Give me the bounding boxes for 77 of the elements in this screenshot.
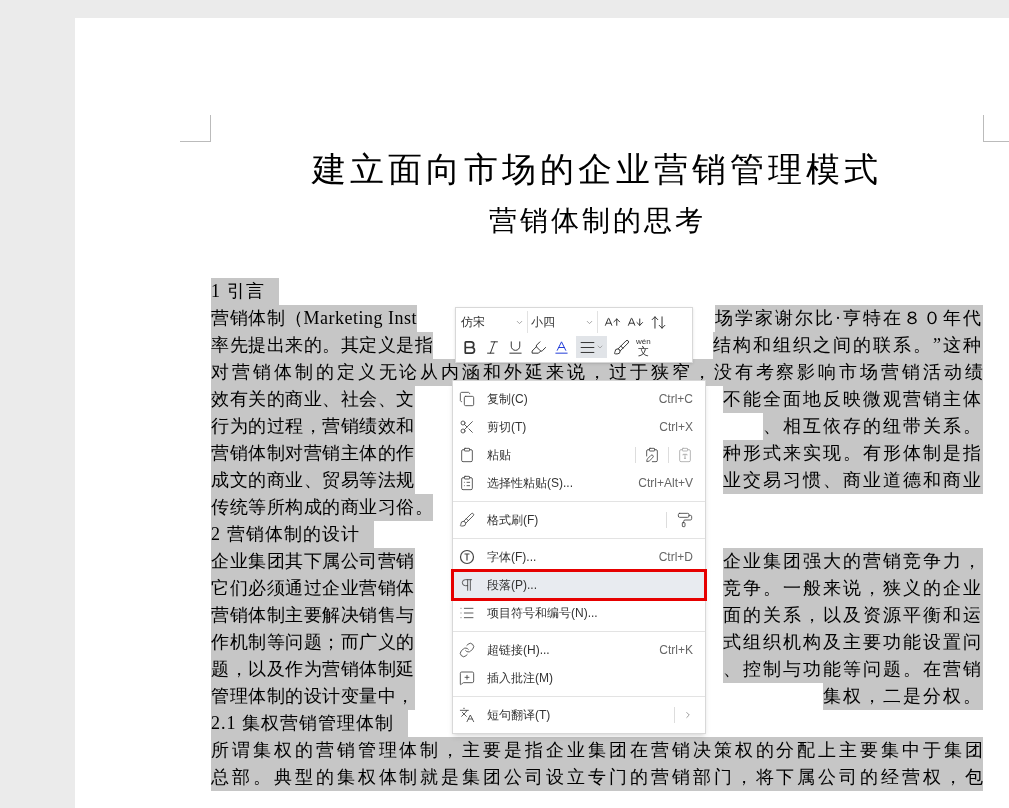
clipboard-text-icon[interactable] (677, 447, 693, 463)
corner-mark (983, 115, 1009, 142)
shortcut-text: Ctrl+D (658, 549, 693, 566)
body-text: 式组织机构及主要功能设置问 (723, 629, 983, 656)
font-color-icon[interactable] (553, 338, 570, 356)
menu-item[interactable]: 格式刷(F) (453, 506, 705, 534)
italic-icon[interactable] (484, 338, 501, 356)
body-text: 、控制与功能等问题。在营销 (723, 656, 983, 683)
body-text: 总部。典型的集权体制就是集团公司设立专门的营销部门，将下属公司的经营权，包 (211, 764, 983, 791)
bold-icon[interactable] (461, 338, 478, 356)
body-text: 、相互依存的纽带关系。 (763, 413, 983, 440)
phonetic-button[interactable]: wén 文 (636, 337, 651, 357)
body-text: 行为的过程，营销绩效和 (211, 413, 415, 440)
body-text: 面的关系，以及资源平衡和运 (723, 602, 983, 629)
body-text: 题，以及作为营销体制延 (211, 656, 415, 683)
menu-item[interactable]: 复制(C) Ctrl+C (453, 385, 705, 413)
body-text: 集权，二是分权。 (823, 683, 983, 710)
body-text: 竞争。一般来说，狭义的企业 (723, 575, 983, 602)
underline-icon[interactable] (507, 338, 524, 356)
body-text: 它们必须通过企业营销体 (211, 575, 415, 602)
body-text: 作机制等问题；而广义的 (211, 629, 415, 656)
copy-icon (459, 391, 475, 407)
align-button[interactable] (576, 336, 607, 358)
shortcut-text: Ctrl+X (659, 419, 693, 436)
body-text: 业交易习惯、商业道德和商业 (723, 467, 983, 494)
document-subtitle: 营销体制的思考 (488, 204, 706, 238)
document-title: 建立面向市场的企业营销管理模式 (312, 150, 882, 190)
menu-item[interactable]: 项目符号和编号(N)... (453, 599, 705, 627)
menu-item[interactable]: 超链接(H)... Ctrl+K (453, 636, 705, 664)
chevron-right-icon (683, 710, 693, 720)
translate-icon (459, 707, 475, 723)
menu-item[interactable]: 插入批注(M) (453, 664, 705, 692)
body-text: 所谓集权的营销管理体制，主要是指企业集团在营销决策权的分配上主要集中于集团 (211, 737, 983, 764)
size-dropdown[interactable]: 小四 (528, 311, 598, 333)
body-text: 企业集团强大的营销竞争力， (723, 548, 983, 575)
menu-item[interactable]: 字体(F)... Ctrl+D (453, 543, 705, 571)
highlighter-icon[interactable] (530, 338, 547, 356)
paragraph-icon (459, 577, 475, 593)
menu-item[interactable]: 粘贴 (453, 441, 705, 469)
menu-item[interactable]: 选择性粘贴(S)... Ctrl+Alt+V (453, 469, 705, 497)
body-text: 不能全面地反映微观营销主体 (723, 386, 983, 413)
body-text: 营销体制（Marketing Inst (211, 305, 417, 332)
shortcut-text: Ctrl+Alt+V (638, 475, 693, 492)
body-text: 营销体制对营销主体的作 (211, 440, 415, 467)
body-text: 效有关的商业、社会、文 (211, 386, 415, 413)
body-text: 种形式来实现。有形体制是指 (723, 440, 983, 467)
clipboard-icon (459, 475, 475, 491)
body-text: 传统等所构成的商业习俗。 (211, 494, 433, 521)
list-icon (459, 605, 475, 621)
menu-item[interactable]: 短句翻译(T) (453, 701, 705, 729)
link-icon (459, 642, 475, 658)
font-dropdown[interactable]: 仿宋 (458, 311, 528, 333)
body-text: 场学家谢尔比·亨特在８０年代 (715, 305, 983, 332)
body-text: 管理体制的设计变量中， (211, 683, 415, 710)
section-heading: 2.1 集权营销管理体制 (211, 710, 408, 737)
body-text: 率先提出来的。其定义是指 (211, 332, 433, 359)
section-heading: 1 引言 (211, 278, 279, 305)
brush-icon[interactable] (613, 338, 630, 356)
corner-mark (180, 115, 211, 142)
line-spacing-icon[interactable] (650, 313, 667, 331)
clipboard-icon (459, 447, 475, 463)
menu-item[interactable]: 段落(P)... (453, 571, 705, 599)
section-heading: 2 营销体制的设计 (211, 521, 374, 548)
body-text: 营销体制主要解决销售与 (211, 602, 415, 629)
comment-icon (459, 670, 475, 686)
shortcut-text: Ctrl+C (658, 391, 693, 408)
body-text: 企业集团其下属公司营销 (211, 548, 415, 575)
shortcut-text: Ctrl+K (659, 642, 693, 659)
menu-item[interactable]: 剪切(T) Ctrl+X (453, 413, 705, 441)
brush-icon (459, 512, 475, 528)
scissors-icon (459, 419, 475, 435)
font-icon (459, 549, 475, 565)
chevron-down-icon (596, 343, 604, 351)
clipboard-pen-icon[interactable] (644, 447, 660, 463)
body-text: 成文的商业、贸易等法规 (211, 467, 415, 494)
body-text: 结构和组织之间的联系。”这种 (713, 332, 983, 359)
roller-icon[interactable] (677, 512, 693, 528)
